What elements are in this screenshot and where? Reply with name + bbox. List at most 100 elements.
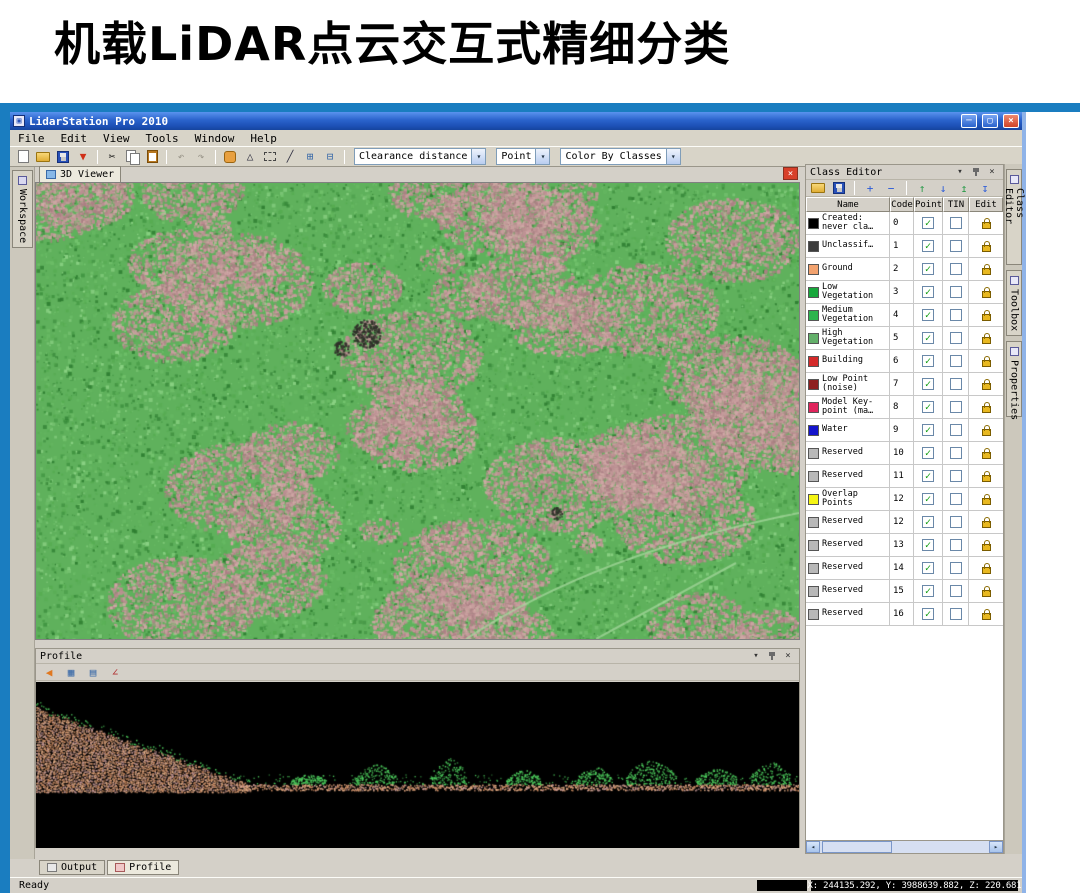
chevron-down-icon[interactable]: ▾: [535, 148, 551, 165]
tin-checkbox[interactable]: [949, 401, 962, 413]
class-color-swatch[interactable]: [808, 309, 819, 321]
class-row[interactable]: Created: never cla… 0 ✓: [806, 212, 1003, 235]
class-color-swatch[interactable]: [808, 470, 819, 482]
save-icon[interactable]: [830, 179, 848, 197]
column-header-code[interactable]: Code: [890, 197, 914, 212]
class-row[interactable]: Ground 2 ✓: [806, 258, 1003, 281]
class-row[interactable]: Reserved 10 ✓: [806, 442, 1003, 465]
menu-file[interactable]: File: [10, 132, 53, 145]
tab-output[interactable]: Output: [39, 860, 106, 875]
tin-checkbox[interactable]: [949, 585, 962, 597]
menu-window[interactable]: Window: [187, 132, 243, 145]
point-cloud-viewer[interactable]: [35, 182, 800, 640]
chevron-down-icon[interactable]: ▾: [953, 166, 967, 178]
point-checkbox[interactable]: ✓: [922, 286, 934, 298]
column-header-name[interactable]: Name: [806, 197, 890, 212]
workspace-tab[interactable]: Workspace: [12, 170, 33, 248]
class-row[interactable]: Unclassif… 1 ✓: [806, 235, 1003, 258]
color-mode-combo[interactable]: Color By Classes ▾: [560, 148, 681, 165]
point-checkbox[interactable]: ✓: [922, 562, 934, 574]
class-row[interactable]: Overlap Points 12 ✓: [806, 488, 1003, 511]
class-color-swatch[interactable]: [808, 332, 819, 344]
lock-icon[interactable]: [981, 470, 991, 482]
tin-checkbox[interactable]: [949, 309, 962, 321]
lock-icon[interactable]: [981, 309, 991, 321]
cut-icon[interactable]: ✂: [103, 148, 121, 166]
chevron-down-icon[interactable]: ▾: [665, 148, 681, 165]
open-folder-icon[interactable]: [809, 179, 827, 197]
tin-checkbox[interactable]: [949, 263, 962, 275]
viewer-close-button[interactable]: ×: [783, 167, 798, 180]
scroll-right-icon[interactable]: ▸: [989, 841, 1003, 853]
point-checkbox[interactable]: ✓: [922, 493, 934, 505]
tin-checkbox[interactable]: [949, 217, 962, 229]
redo-icon[interactable]: ↷: [192, 148, 210, 166]
chevron-down-icon[interactable]: ▾: [471, 148, 487, 165]
point-checkbox[interactable]: ✓: [922, 263, 934, 275]
move-up-icon[interactable]: ↑: [913, 179, 931, 197]
move-top-icon[interactable]: ↥: [955, 179, 973, 197]
class-color-swatch[interactable]: [808, 355, 819, 367]
menu-help[interactable]: Help: [242, 132, 285, 145]
close-icon[interactable]: ×: [781, 650, 795, 662]
column-header-edit[interactable]: Edit: [969, 197, 1003, 212]
point-checkbox[interactable]: ✓: [922, 608, 934, 620]
close-icon[interactable]: ×: [985, 166, 999, 178]
class-color-swatch[interactable]: [808, 401, 819, 413]
lock-icon[interactable]: [981, 516, 991, 528]
class-color-swatch[interactable]: [808, 286, 819, 298]
class-row[interactable]: Reserved 15 ✓: [806, 580, 1003, 603]
paste-icon[interactable]: [143, 148, 161, 166]
point-checkbox[interactable]: ✓: [922, 217, 934, 229]
add-class-icon[interactable]: +: [861, 179, 879, 197]
undo-icon[interactable]: ↶: [172, 148, 190, 166]
class-row[interactable]: Model Key-point (ma… 8 ✓: [806, 396, 1003, 419]
tin-checkbox[interactable]: [949, 378, 962, 390]
lock-icon[interactable]: [981, 608, 991, 620]
class-color-swatch[interactable]: [808, 263, 819, 275]
menu-edit[interactable]: Edit: [53, 132, 96, 145]
point-checkbox[interactable]: ✓: [922, 332, 934, 344]
class-row[interactable]: Low Point (noise) 7 ✓: [806, 373, 1003, 396]
class-color-swatch[interactable]: [808, 585, 819, 597]
class-row[interactable]: Water 9 ✓: [806, 419, 1003, 442]
close-button[interactable]: ×: [1003, 114, 1019, 128]
remove-selection-icon[interactable]: ⊟: [321, 148, 339, 166]
pin-icon[interactable]: [765, 650, 779, 662]
column-header-point[interactable]: Point: [914, 197, 943, 212]
point-checkbox[interactable]: ✓: [922, 378, 934, 390]
move-bottom-icon[interactable]: ↧: [976, 179, 994, 197]
tin-checkbox[interactable]: [949, 424, 962, 436]
rectangle-select-icon[interactable]: [261, 148, 279, 166]
tin-checkbox[interactable]: [949, 447, 962, 459]
class-row[interactable]: Reserved 11 ✓: [806, 465, 1003, 488]
tab-class-editor[interactable]: Class Editor: [1003, 169, 1025, 265]
pin-icon[interactable]: [969, 166, 983, 178]
lock-icon[interactable]: [981, 286, 991, 298]
chevron-down-icon[interactable]: ▾: [749, 650, 763, 662]
tab-3d-viewer[interactable]: 3D Viewer: [39, 166, 122, 182]
class-color-swatch[interactable]: [808, 539, 819, 551]
tab-toolbox[interactable]: Toolbox: [1006, 270, 1022, 336]
class-row[interactable]: Building 6 ✓: [806, 350, 1003, 373]
pan-tool-icon[interactable]: [221, 148, 239, 166]
tin-checkbox[interactable]: [949, 355, 962, 367]
tin-checkbox[interactable]: [949, 332, 962, 344]
lock-icon[interactable]: [981, 539, 991, 551]
point-checkbox[interactable]: ✓: [922, 309, 934, 321]
point-checkbox[interactable]: ✓: [922, 424, 934, 436]
profile-measure-icon[interactable]: ∠: [106, 663, 124, 681]
lock-icon[interactable]: [981, 424, 991, 436]
point-checkbox[interactable]: ✓: [922, 585, 934, 597]
lock-icon[interactable]: [981, 401, 991, 413]
tin-checkbox[interactable]: [949, 493, 962, 505]
lock-icon[interactable]: [981, 493, 991, 505]
scrollbar-thumb[interactable]: [822, 841, 892, 853]
point-mode-combo[interactable]: Point ▾: [496, 148, 551, 165]
new-file-icon[interactable]: [14, 148, 32, 166]
point-checkbox[interactable]: ✓: [922, 470, 934, 482]
class-color-swatch[interactable]: [808, 493, 819, 505]
lock-icon[interactable]: [981, 217, 991, 229]
class-row[interactable]: Reserved 12 ✓: [806, 511, 1003, 534]
class-color-swatch[interactable]: [808, 240, 819, 252]
